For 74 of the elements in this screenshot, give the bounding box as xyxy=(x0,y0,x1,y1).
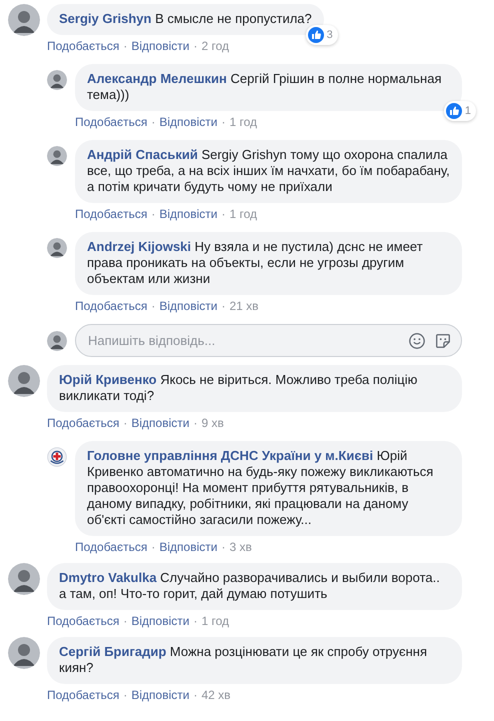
reply-link[interactable]: Відповісти xyxy=(159,539,218,555)
comment-text: Александр Мелешкин Сергій Грішин в полне нормальная тема))) xyxy=(87,71,442,103)
like-link[interactable]: Подобається xyxy=(47,38,120,54)
comment-text: Головне управління ДСНС України у м.Києві Юрій Кривенко автоматично на будь-яку пожежу викликаються правоохоронці! На момент прибуття рятувальників, в даному випадку, робітники, які працювали на даному об'єкті самостійно загасили пожежу... xyxy=(87,448,434,528)
like-link[interactable]: Подобається xyxy=(75,298,148,314)
author-link[interactable]: Андрій Спаський xyxy=(87,147,198,162)
separator: · xyxy=(151,206,156,222)
separator: · xyxy=(193,38,198,54)
thumbs-up-icon xyxy=(446,103,462,119)
like-link[interactable]: Подобається xyxy=(75,206,148,222)
reply-link[interactable]: Відповісти xyxy=(159,114,218,130)
avatar xyxy=(8,4,40,36)
separator: · xyxy=(151,114,156,130)
reaction-count: 1 xyxy=(464,105,471,117)
reply-link[interactable]: Відповісти xyxy=(159,206,218,222)
comment-text: Sergiy Grishyn В смысле не пропустила? xyxy=(59,11,312,27)
timestamp: 21 хв xyxy=(229,298,259,314)
comment-text: Андрій Спаський Sergiy Grishyn тому що охорона спалила все, що треба, а на всіх інших їм начхати, бо їм побарабану, а потім кричати будуть чому не приїхали xyxy=(87,147,450,195)
comment-text: Сергій Бригадир Можна розцінювати це як спробу отруєння киян? xyxy=(59,644,428,676)
author-link[interactable]: Юрій Кривенко xyxy=(59,372,157,387)
reply-link[interactable]: Відповісти xyxy=(131,613,190,629)
separator: · xyxy=(123,38,128,54)
like-link[interactable]: Подобається xyxy=(47,687,120,703)
emblem-icon xyxy=(47,447,67,467)
author-link[interactable]: Александр Мелешкин xyxy=(87,71,227,86)
separator: · xyxy=(151,539,156,555)
avatar xyxy=(47,330,67,350)
separator: · xyxy=(123,687,128,703)
reply-link[interactable]: Відповісти xyxy=(131,687,190,703)
author-link[interactable]: Сергій Бригадир xyxy=(59,644,166,659)
reaction-badge[interactable]: 1 xyxy=(444,101,476,121)
author-link[interactable]: Dmytro Vakulka xyxy=(59,570,157,585)
reply-link[interactable]: Відповісти xyxy=(131,415,190,431)
avatar xyxy=(47,238,67,258)
reply-link[interactable]: Відповісти xyxy=(131,38,190,54)
like-link[interactable]: Подобається xyxy=(47,613,120,629)
reply-link[interactable]: Відповісти xyxy=(159,298,218,314)
avatar xyxy=(8,563,40,595)
avatar xyxy=(8,637,40,669)
avatar xyxy=(47,146,67,166)
reaction-badge[interactable]: 3 xyxy=(306,25,338,45)
author-link[interactable]: Sergiy Grishyn xyxy=(59,11,152,26)
comment-text: Dmytro Vakulka Случайно разворачивались и выбили ворота.. а там, оп! Что-то горит, дай думаю потушить xyxy=(59,570,441,602)
separator: · xyxy=(193,687,198,703)
like-link[interactable]: Подобається xyxy=(75,539,148,555)
smiley-icon[interactable] xyxy=(408,332,426,350)
separator: · xyxy=(221,539,226,555)
timestamp: 3 хв xyxy=(229,539,252,555)
timestamp: 2 год xyxy=(201,38,229,54)
like-link[interactable]: Подобається xyxy=(75,114,148,130)
avatar xyxy=(47,70,67,90)
timestamp: 1 год xyxy=(229,114,257,130)
author-link[interactable]: Головне управління ДСНС України у м.Києві xyxy=(87,448,374,463)
separator: · xyxy=(193,415,198,431)
reply-field[interactable]: Напишіть відповідь... xyxy=(75,324,462,357)
comment-text: Юрій Кривенко Якось не віриться. Можливо треба поліцію викликати тоді? xyxy=(59,372,418,404)
separator: · xyxy=(123,415,128,431)
reaction-count: 3 xyxy=(326,29,333,41)
thumbs-up-icon xyxy=(308,27,324,43)
separator: · xyxy=(193,613,198,629)
timestamp: 9 хв xyxy=(201,415,224,431)
timestamp: 1 год xyxy=(229,206,257,222)
timestamp: 1 год xyxy=(201,613,229,629)
author-link[interactable]: Andrzej Kijowski xyxy=(87,239,192,254)
like-link[interactable]: Подобається xyxy=(47,415,120,431)
sticker-icon[interactable] xyxy=(434,332,452,350)
avatar xyxy=(8,365,40,397)
separator: · xyxy=(221,114,226,130)
separator: · xyxy=(123,613,128,629)
separator: · xyxy=(221,206,226,222)
separator: · xyxy=(221,298,226,314)
timestamp: 42 хв xyxy=(201,687,231,703)
separator: · xyxy=(151,298,156,314)
comment-text: Andrzej Kijowski Ну взяла и не пустила) дснс не имеет права проникать на объекты, если не угрозы другим объектам или жизни xyxy=(87,239,424,287)
